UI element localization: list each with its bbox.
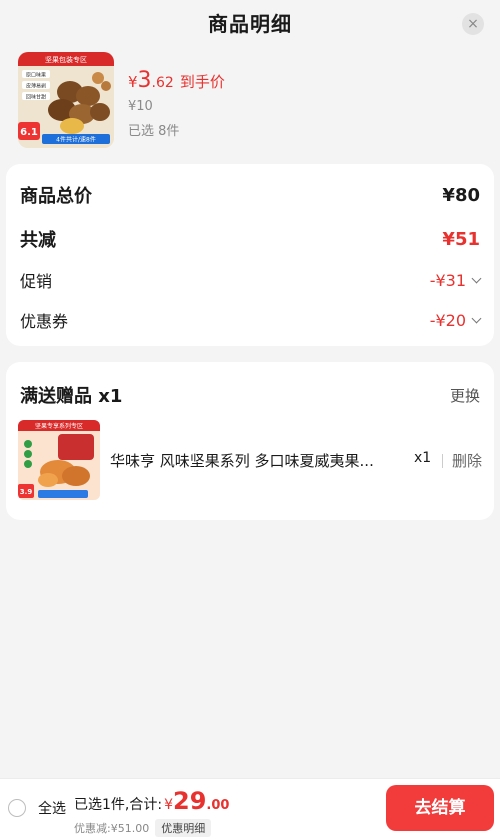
gift-name[interactable]: 华味亨 风味坚果系列 多口味夏威夷果... <box>110 450 408 471</box>
thumb-price: 6.1 <box>20 127 38 138</box>
total-decimal: .00 <box>206 798 230 813</box>
product-summary: 坚果包装专区 原口味果 皮薄易剥 回味甘甜 6.1 4件共计/速8件 ¥ 3 .… <box>18 52 482 148</box>
promotion-value: -¥31 <box>429 270 466 290</box>
total-price-label: 商品总价 <box>20 186 92 207</box>
gift-card: 满送赠品 x1 更换 坚果专享系列专区 3.9 华味亨 风味坚果系列 多口味夏威… <box>6 362 494 520</box>
chevron-down-icon <box>471 313 482 323</box>
checkout-bar: 全选 已选1件,合计: ¥ 29 .00 优惠减:¥51.00 优惠明细 去结算 <box>0 778 500 839</box>
order-summary: 已选1件,合计: ¥ 29 .00 <box>74 787 229 815</box>
chevron-down-icon <box>471 273 482 283</box>
thumb-tag-2: 皮薄易剥 <box>26 83 46 90</box>
delete-gift-button[interactable]: 删除 <box>452 450 482 471</box>
page-title: 商品明细 <box>208 12 292 36</box>
total-reduce-row: 共减 ¥51 <box>20 226 480 252</box>
price-decimal: .62 <box>151 75 174 91</box>
total-reduce-value: ¥51 <box>442 228 480 250</box>
product-image: 坚果包装专区 原口味果 皮薄易剥 回味甘甜 6.1 4件共计/速8件 <box>18 52 114 148</box>
thumb-tag-3: 回味甘甜 <box>26 94 46 101</box>
promotion-value-group[interactable]: -¥31 <box>429 270 482 290</box>
promotion-label: 促销 <box>20 272 53 291</box>
coupon-value-group[interactable]: -¥20 <box>429 310 482 330</box>
final-price: ¥ 3 .62 到手价 <box>128 68 225 93</box>
total-integer: 29 <box>173 787 207 815</box>
gift-thumb-banner: 坚果专享系列专区 <box>35 422 83 430</box>
coupon-row[interactable]: 优惠券 -¥20 <box>20 308 482 332</box>
original-price: ¥10 <box>128 99 153 114</box>
select-all-label[interactable]: 全选 <box>38 798 66 818</box>
total-price-row: 商品总价 ¥80 <box>20 182 480 208</box>
gift-header: 满送赠品 x1 更换 <box>20 382 480 408</box>
gift-title: 满送赠品 x1 <box>20 386 123 407</box>
close-icon[interactable]: × <box>462 13 484 35</box>
discount-info: 优惠减:¥51.00 优惠明细 <box>74 819 212 837</box>
summary-prefix: 已选1件,合计: <box>74 797 163 813</box>
total-reduce-label: 共减 <box>20 230 56 251</box>
price-integer: 3 <box>137 68 152 93</box>
header: 商品明细 × <box>0 0 500 48</box>
promotion-row[interactable]: 促销 -¥31 <box>20 268 482 292</box>
discount-detail-button[interactable]: 优惠明细 <box>155 819 212 837</box>
price-breakdown-card: 商品总价 ¥80 共减 ¥51 促销 -¥31 优惠券 -¥20 <box>6 164 494 346</box>
select-all-radio[interactable] <box>8 799 26 817</box>
price-symbol: ¥ <box>128 73 138 91</box>
total-price-value: ¥80 <box>442 184 480 206</box>
selected-count: 已选 8件 <box>128 124 180 139</box>
gift-item: 坚果专享系列专区 3.9 华味亨 风味坚果系列 多口味夏威夷果... x1 删除 <box>18 420 482 502</box>
coupon-value: -¥20 <box>429 310 466 330</box>
change-gift-button[interactable]: 更换 <box>450 385 480 406</box>
coupon-label: 优惠券 <box>20 312 69 331</box>
checkout-button[interactable]: 去结算 <box>386 785 494 831</box>
gift-quantity: x1 <box>414 450 432 466</box>
thumb-bottom-text: 4件共计/速8件 <box>56 136 96 144</box>
thumb-banner-text: 坚果包装专区 <box>45 55 87 64</box>
thumb-tag-1: 原口味果 <box>26 72 46 79</box>
divider <box>442 454 443 468</box>
gift-image: 坚果专享系列专区 3.9 <box>18 420 100 500</box>
total-symbol: ¥ <box>164 797 173 813</box>
gift-thumb-price: 3.9 <box>20 488 33 496</box>
product-info: ¥ 3 .62 到手价 ¥10 已选 8件 <box>128 68 225 139</box>
product-thumbnail: 坚果包装专区 原口味果 皮薄易剥 回味甘甜 6.1 4件共计/速8件 <box>18 52 114 148</box>
discount-text: 优惠减:¥51.00 <box>74 822 150 835</box>
gift-thumbnail: 坚果专享系列专区 3.9 <box>18 420 100 500</box>
price-label: 到手价 <box>179 73 225 91</box>
